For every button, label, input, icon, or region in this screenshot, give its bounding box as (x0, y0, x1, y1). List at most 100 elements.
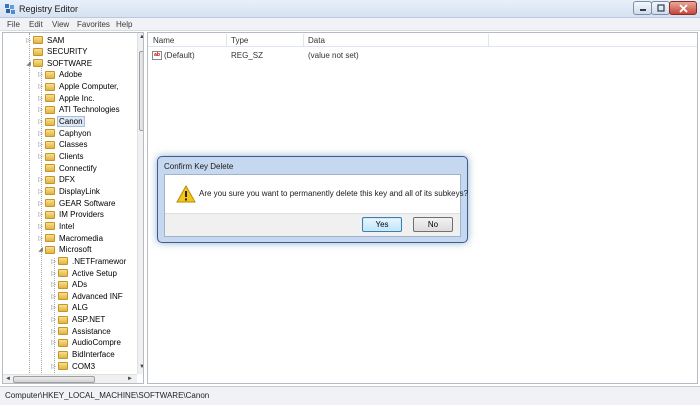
tree-item[interactable]: ▷ Advanced INF (50, 291, 124, 302)
tree-vertical-scrollbar[interactable]: ▲ ▼ (137, 33, 143, 374)
expand-arrow-icon[interactable]: ▷ (25, 37, 32, 44)
tree-item-label: Macromedia (59, 233, 104, 243)
expand-arrow-icon[interactable]: ▷ (37, 118, 44, 125)
tree-item-label: SAM (47, 35, 65, 45)
column-divider[interactable] (488, 34, 489, 46)
column-header: Name Type Data (148, 33, 697, 47)
registry-key-tree[interactable]: ▷ SAM SECURITY ◢ SOFTWARE ▷ Adobe ▷ Apple Comput… (2, 32, 144, 384)
expand-arrow-icon[interactable]: ▷ (50, 304, 57, 311)
column-header-data[interactable]: Data (308, 36, 325, 45)
tree-item[interactable]: ▷ ALG (50, 302, 89, 313)
tree-item[interactable]: ▷ Assistance (50, 326, 112, 337)
folder-icon (45, 105, 55, 114)
minimize-icon (639, 9, 646, 11)
tree-vertical-scroll-thumb[interactable] (139, 51, 143, 131)
expand-arrow-icon[interactable]: ▷ (37, 211, 44, 218)
tree-item[interactable]: ▷ Caphyon (37, 128, 92, 139)
minimize-button[interactable] (633, 1, 652, 15)
expand-arrow-icon[interactable]: ▷ (37, 130, 44, 137)
expand-arrow-icon[interactable]: ▷ (37, 83, 44, 90)
column-header-name[interactable]: Name (153, 36, 174, 45)
scroll-down-arrow-icon[interactable]: ▼ (139, 364, 143, 370)
menu-favorites[interactable]: Favorites (77, 20, 110, 29)
collapse-arrow-icon[interactable]: ◢ (37, 246, 44, 253)
maximize-button[interactable] (651, 1, 670, 15)
tree-item-label: BidInterface (72, 350, 115, 360)
expand-arrow-icon[interactable]: ▷ (37, 223, 44, 230)
yes-button[interactable]: Yes (362, 217, 402, 232)
folder-icon (45, 70, 55, 79)
expand-arrow-icon[interactable]: ▷ (50, 258, 57, 265)
tree-item[interactable]: ▷ Active Setup (50, 268, 118, 279)
expand-arrow-icon[interactable]: ▷ (37, 71, 44, 78)
value-data: (value not set) (308, 51, 359, 60)
collapse-arrow-icon[interactable]: ◢ (25, 60, 32, 67)
expand-arrow-icon[interactable]: ▷ (50, 363, 57, 370)
tree-item[interactable]: ▷ AudioCompre (50, 337, 122, 348)
tree-guide-line (29, 33, 30, 375)
close-icon (678, 3, 688, 13)
tree-item[interactable]: ▷ .NETFramewor (50, 256, 127, 267)
menu-file[interactable]: File (7, 20, 20, 29)
value-name: (Default) (164, 51, 195, 60)
scroll-right-arrow-icon[interactable]: ► (127, 376, 133, 382)
column-header-type[interactable]: Type (231, 36, 248, 45)
tree-item[interactable]: ▷ Canon (37, 116, 85, 128)
value-row[interactable]: ab (Default) REG_SZ (value not set) (148, 50, 697, 62)
expand-arrow-icon[interactable]: ▷ (37, 153, 44, 160)
expand-arrow-icon[interactable]: ▷ (50, 281, 57, 288)
maximize-icon (656, 4, 665, 12)
folder-icon (58, 350, 68, 359)
tree-item[interactable]: ▷ DisplayLink (37, 186, 101, 197)
dialog-body: Are you sure you want to permanently del… (164, 174, 468, 237)
expand-arrow-icon[interactable]: ▷ (50, 328, 57, 335)
tree-item[interactable]: ▷ COM3 (50, 361, 96, 372)
expand-arrow-icon[interactable]: ▷ (50, 270, 57, 277)
tree-item[interactable]: ▷ ATI Technologies (37, 104, 121, 115)
no-button[interactable]: No (413, 217, 453, 232)
tree-item[interactable]: Connectify (37, 163, 98, 174)
tree-horizontal-scrollbar[interactable]: ◄ ► (3, 374, 137, 383)
tree-item[interactable]: ▷ IM Providers (37, 209, 105, 220)
folder-icon (33, 36, 43, 44)
expand-arrow-icon[interactable]: ▷ (50, 293, 57, 300)
column-divider[interactable] (303, 34, 304, 46)
tree-item[interactable]: ▷ ASP.NET (50, 314, 106, 325)
menu-view[interactable]: View (52, 20, 69, 29)
column-divider[interactable] (226, 34, 227, 46)
tree-item[interactable]: SECURITY (25, 46, 88, 57)
tree-horizontal-scroll-thumb[interactable] (13, 376, 95, 383)
tree-item[interactable]: ▷ DFX (37, 174, 76, 185)
scroll-left-arrow-icon[interactable]: ◄ (5, 376, 11, 382)
tree-item[interactable]: ▷ Macromedia (37, 233, 104, 244)
menu-help[interactable]: Help (116, 20, 132, 29)
close-button[interactable] (669, 1, 697, 15)
expand-arrow-icon[interactable]: ▷ (37, 235, 44, 242)
tree-item[interactable]: ▷ ADs (50, 279, 88, 290)
tree-item-label: ATI Technologies (59, 105, 120, 115)
expand-arrow-icon[interactable]: ▷ (50, 316, 57, 323)
expand-arrow-icon[interactable]: ▷ (37, 95, 44, 102)
tree-item-label: Clients (59, 152, 84, 161)
tree-item[interactable]: BidInterface (50, 349, 116, 360)
expand-arrow-icon[interactable]: ▷ (37, 188, 44, 195)
tree-item[interactable]: ▷ Adobe (37, 69, 83, 80)
tree-item[interactable]: ◢ Microsoft (37, 244, 92, 255)
tree-item[interactable]: ▷ Apple Inc. (37, 93, 96, 104)
tree-item[interactable]: ▷ GEAR Software (37, 198, 116, 209)
expand-arrow-icon[interactable]: ▷ (50, 339, 57, 346)
folder-icon (45, 117, 55, 126)
scroll-up-arrow-icon[interactable]: ▲ (139, 34, 143, 40)
menu-edit[interactable]: Edit (29, 20, 43, 29)
tree-item[interactable]: ▷ Classes (37, 139, 88, 150)
tree-item[interactable]: ▷ Intel (37, 221, 75, 232)
expand-arrow-icon[interactable]: ▷ (37, 106, 44, 113)
expand-arrow-icon[interactable]: ▷ (37, 141, 44, 148)
tree-item[interactable]: ◢ SOFTWARE (25, 58, 93, 69)
tree-item[interactable]: ▷ Clients (37, 151, 84, 162)
expand-arrow-icon[interactable]: ▷ (37, 176, 44, 183)
tree-item-label: DFX (59, 175, 75, 185)
expand-arrow-icon[interactable]: ▷ (37, 200, 44, 207)
tree-item[interactable]: ▷ Apple Computer, (37, 81, 120, 92)
tree-item[interactable]: ▷ SAM (25, 35, 65, 46)
